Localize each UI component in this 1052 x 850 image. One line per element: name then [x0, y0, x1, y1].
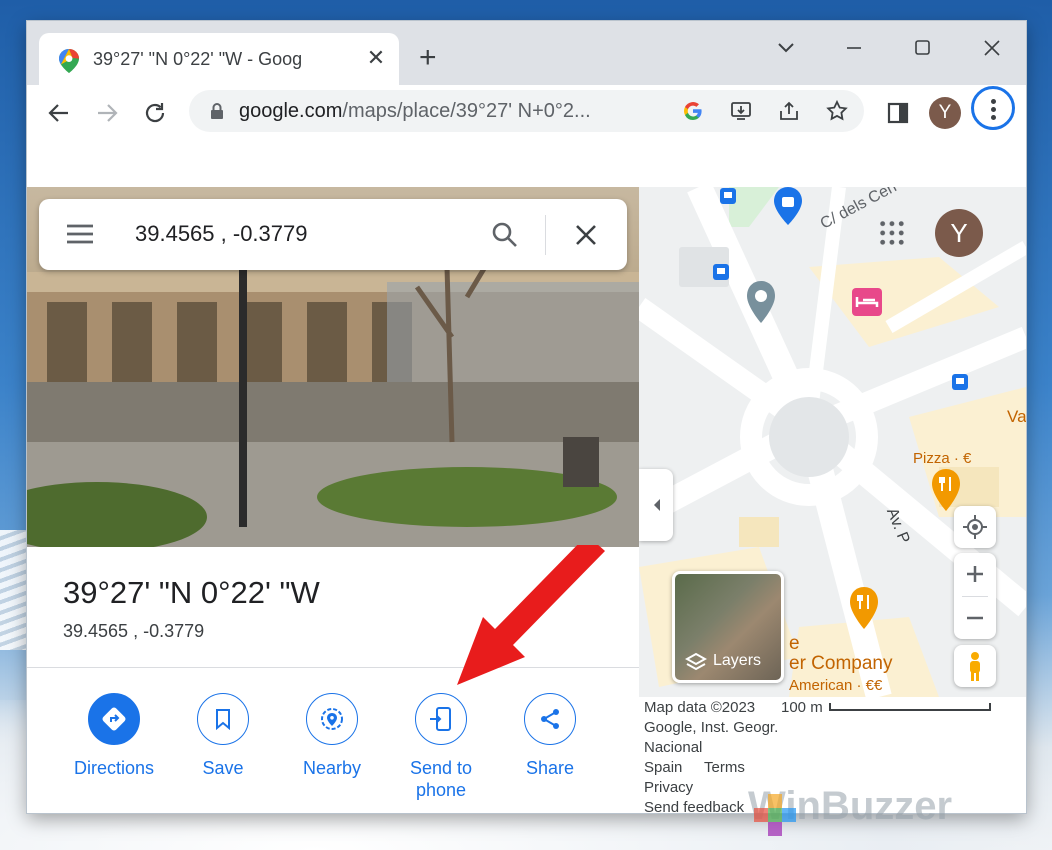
send-to-phone-label: Send to phone: [409, 758, 473, 800]
directions-circle[interactable]: [88, 693, 140, 745]
place-title: 39°27' "N 0°22' "W: [63, 575, 320, 610]
minimize-icon[interactable]: [839, 33, 869, 63]
attribution-nacional: Nacional: [644, 739, 703, 756]
attribution-spain: Spain: [644, 759, 683, 776]
new-tab-button[interactable]: +: [419, 43, 437, 73]
layers-icon: [685, 652, 707, 671]
share-icon: [541, 709, 559, 729]
maps-search-box[interactable]: 39.4565 , -0.3779: [39, 199, 627, 270]
browser-window: 39°27' "N 0°22' "W - Goog ✕ + google.com…: [27, 21, 1026, 813]
hamburger-menu-icon[interactable]: [65, 221, 95, 247]
tab-search-chevron-icon[interactable]: [771, 33, 801, 63]
bus-stop-icon[interactable]: [719, 187, 737, 205]
zoom-controls: [954, 553, 996, 639]
back-arrow-icon[interactable]: [43, 97, 75, 129]
url-path: /maps/place/39°27' N+0°2...: [342, 100, 591, 122]
attribution-map-data: Map data ©2023: [644, 699, 756, 716]
restaurant-pin-icon[interactable]: [930, 469, 962, 511]
share-label: Share: [525, 758, 575, 778]
send-to-phone-icon: [430, 707, 451, 731]
install-app-icon[interactable]: [729, 99, 753, 123]
clear-search-icon[interactable]: [574, 223, 598, 247]
red-annotation-arrow: [457, 545, 605, 685]
nearby-button[interactable]: Nearby: [277, 693, 387, 779]
place-panel: 39.4565 , -0.3779 39°27' "N 0°22' "W 39.…: [27, 187, 639, 813]
hotel-icon[interactable]: [851, 287, 883, 317]
share-button[interactable]: Share: [495, 693, 605, 779]
side-panel-icon[interactable]: [882, 97, 914, 129]
bus-stop-icon[interactable]: [951, 373, 969, 391]
tab-strip: 39°27' "N 0°22' "W - Goog ✕ +: [27, 21, 1026, 85]
my-location-button[interactable]: [954, 506, 996, 548]
bookmark-icon: [216, 709, 230, 730]
search-query-text[interactable]: 39.4565 , -0.3779: [135, 221, 307, 247]
browser-toolbar: google.com/maps/place/39°27' N+0°2... Y: [27, 85, 1026, 141]
american-label: American · €€: [789, 677, 883, 694]
search-divider: [545, 215, 546, 255]
bus-stop-icon[interactable]: [712, 263, 730, 281]
apps-grid-icon[interactable]: [878, 219, 906, 247]
forward-arrow-icon[interactable]: [91, 97, 123, 129]
address-bar[interactable]: google.com/maps/place/39°27' N+0°2...: [189, 90, 864, 132]
scale-label[interactable]: 100 m: [781, 699, 823, 716]
layers-button[interactable]: Layers: [672, 571, 784, 683]
maps-profile-avatar[interactable]: Y: [935, 209, 983, 257]
chevron-left-icon: [654, 499, 660, 511]
street-view-pegman-button[interactable]: [954, 645, 996, 687]
place-pin-icon[interactable]: [745, 281, 777, 323]
maps-page: C/ dels Cen Pizza · € Va Av. P e er Comp…: [27, 187, 1026, 813]
bookmark-star-icon[interactable]: [825, 99, 849, 123]
send-to-phone-button[interactable]: Send to phone: [386, 693, 496, 801]
pizza-label: Pizza · €: [913, 450, 972, 467]
browser-menu-button[interactable]: [971, 86, 1015, 130]
restaurant-pin-icon[interactable]: [848, 587, 880, 629]
search-icon[interactable]: [491, 221, 519, 249]
share-page-icon[interactable]: [777, 99, 801, 123]
save-label: Save: [202, 758, 244, 778]
save-button[interactable]: Save: [168, 693, 278, 779]
company-label: er Company: [789, 653, 893, 674]
watermark-logo-icon: [754, 794, 796, 836]
send-feedback-link[interactable]: Send feedback: [644, 799, 744, 813]
collapse-panel-button[interactable]: [639, 469, 673, 541]
nearby-label: Nearby: [302, 758, 362, 778]
privacy-link[interactable]: Privacy: [644, 779, 693, 796]
shopping-pin-icon[interactable]: [773, 187, 803, 225]
maximize-icon[interactable]: [907, 33, 937, 63]
pegman-icon: [970, 652, 980, 681]
directions-label: Directions: [73, 758, 155, 778]
profile-avatar[interactable]: Y: [929, 97, 961, 129]
browser-tab-active[interactable]: 39°27' "N 0°22' "W - Goog ✕: [39, 33, 399, 85]
layers-label: Layers: [713, 652, 762, 669]
attribution-google: Google, Inst. Geogr.: [644, 719, 779, 736]
url-text[interactable]: google.com/maps/place/39°27' N+0°2...: [239, 100, 591, 123]
tab-title: 39°27' "N 0°22' "W - Goog: [93, 49, 303, 69]
nearby-icon: [321, 708, 343, 730]
directions-button[interactable]: Directions: [59, 693, 169, 779]
va-label: Va: [1007, 407, 1026, 426]
save-circle[interactable]: [197, 693, 249, 745]
street-view-photo[interactable]: 39.4565 , -0.3779: [27, 187, 639, 547]
google-maps-favicon-icon: [59, 49, 79, 73]
terms-link[interactable]: Terms: [704, 759, 745, 776]
scale-bar[interactable]: [829, 703, 991, 711]
lock-icon[interactable]: [205, 99, 229, 123]
nearby-circle[interactable]: [306, 693, 358, 745]
window-close-icon[interactable]: [977, 33, 1007, 63]
my-location-icon: [963, 515, 987, 539]
map-canvas[interactable]: C/ dels Cen Pizza · € Va Av. P e er Comp…: [639, 187, 1026, 697]
directions-icon: [102, 707, 126, 731]
zoom-in-icon[interactable]: [954, 553, 996, 595]
google-lens-icon[interactable]: [681, 99, 705, 123]
place-coordinates: 39.4565 , -0.3779: [63, 621, 205, 641]
url-host: google.com: [239, 100, 343, 122]
reload-icon[interactable]: [139, 97, 171, 129]
tab-close-icon[interactable]: ✕: [365, 47, 387, 69]
company-prefix-label: e: [789, 633, 800, 654]
zoom-out-icon[interactable]: [954, 597, 996, 639]
